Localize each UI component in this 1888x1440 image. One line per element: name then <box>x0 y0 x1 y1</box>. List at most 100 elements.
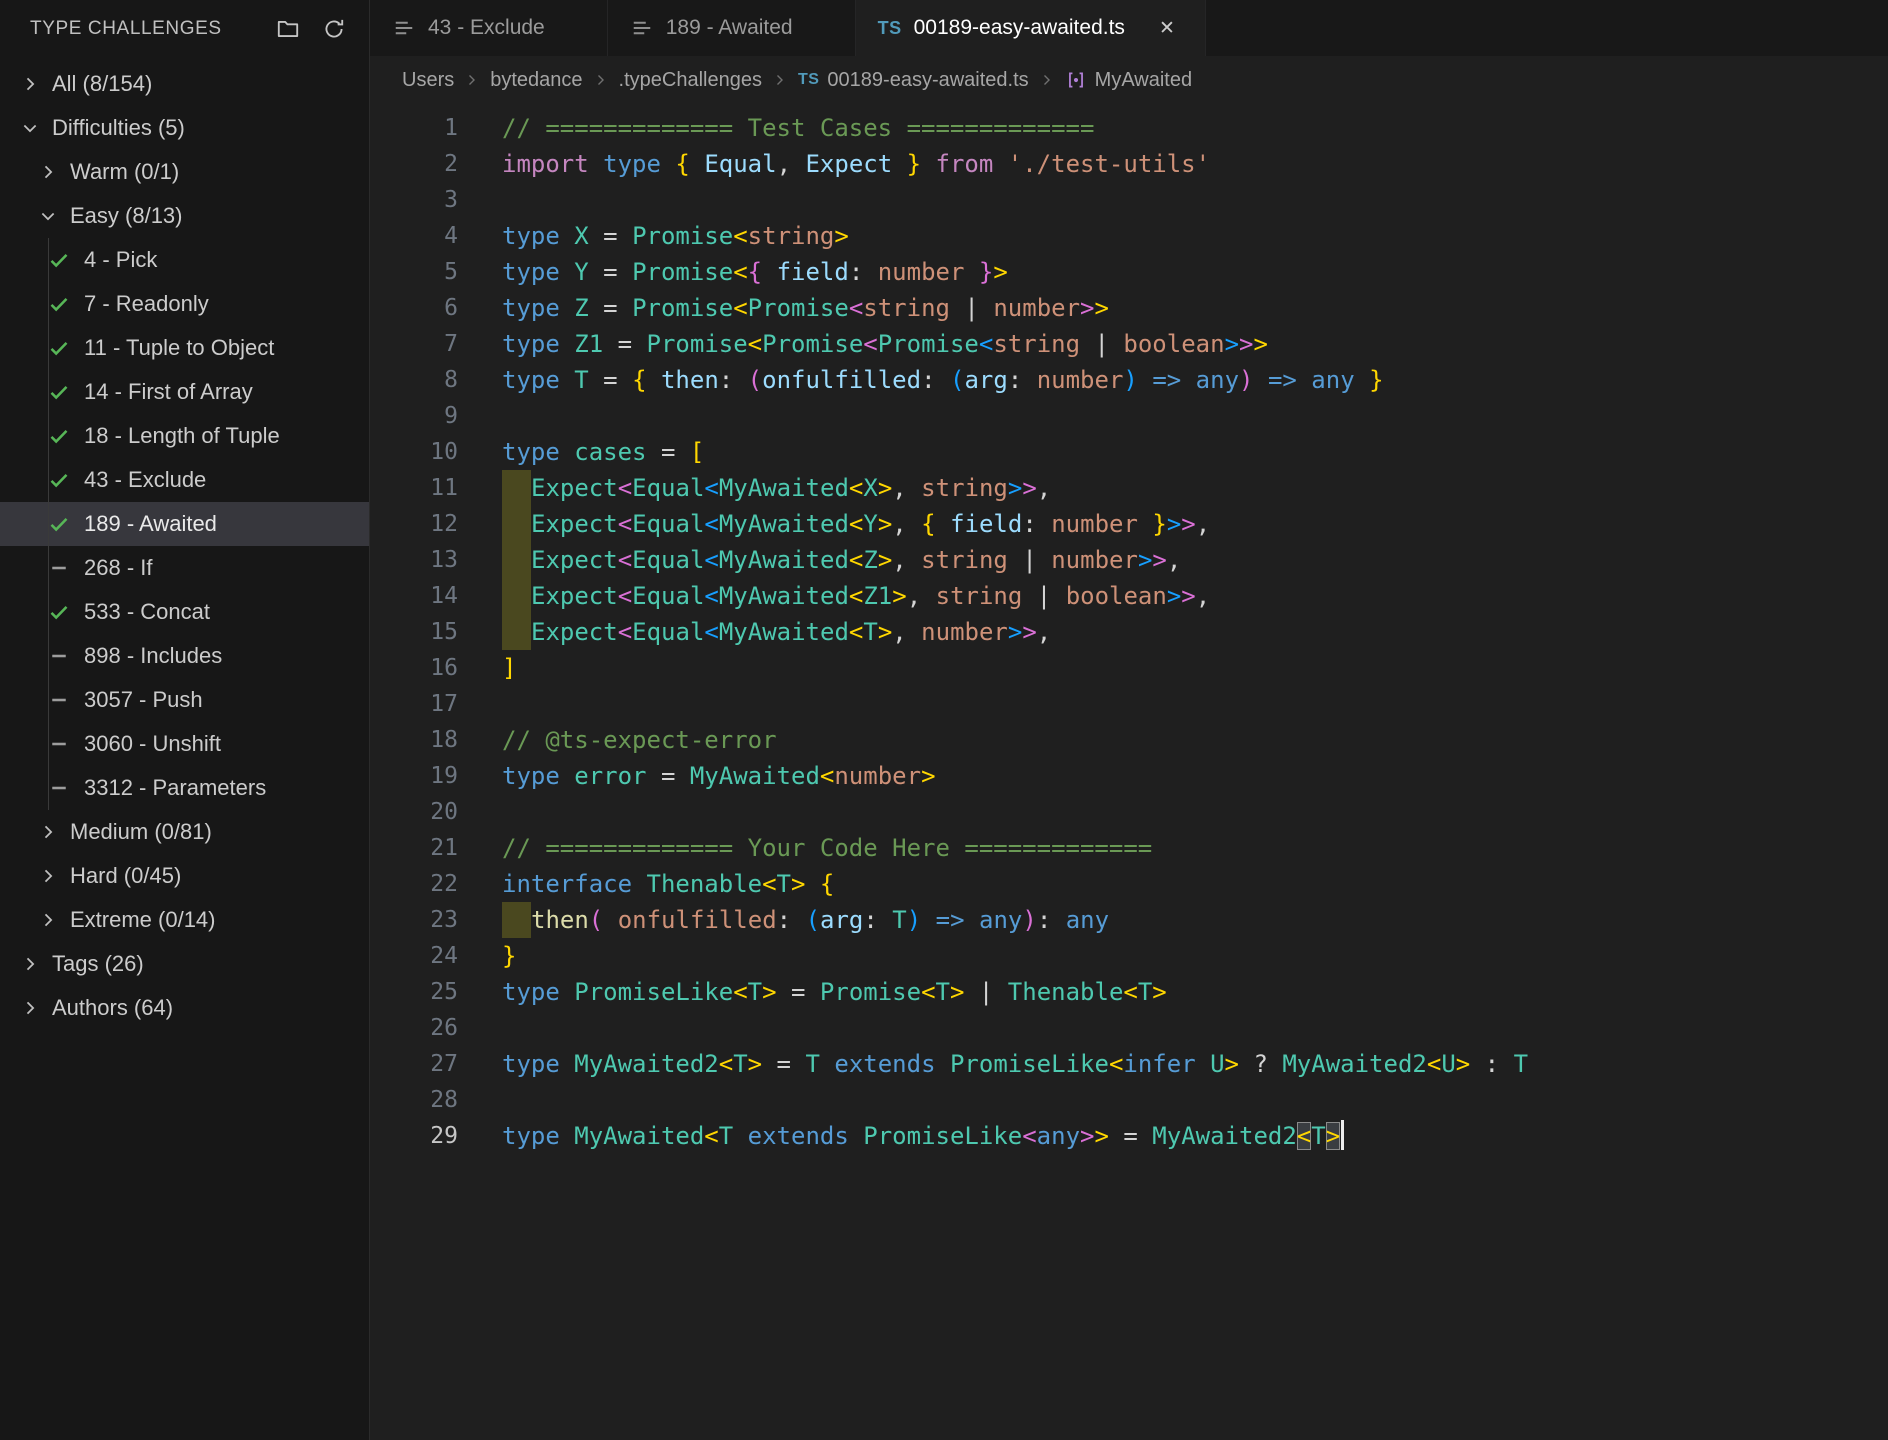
tree-item-hard-0-45[interactable]: Hard (0/45) <box>0 854 369 898</box>
chevron-right-icon[interactable] <box>34 158 62 186</box>
code-line-25[interactable]: 25 type PromiseLike<T> = Promise<T> | The… <box>370 974 1888 1010</box>
line-number[interactable]: 23 <box>370 902 458 938</box>
chevron-right-icon[interactable] <box>16 950 44 978</box>
line-number[interactable]: 1 <box>370 110 458 146</box>
tree-item-18-length-of-tuple[interactable]: 18 - Length of Tuple <box>0 414 369 458</box>
line-number[interactable]: 25 <box>370 974 458 1010</box>
tab-00189-easy-awaited-ts[interactable]: TS 00189-easy-awaited.ts ✕ <box>855 0 1206 56</box>
line-number[interactable]: 8 <box>370 362 458 398</box>
tree-item-easy-8-13[interactable]: Easy (8/13) <box>0 194 369 238</box>
line-number[interactable]: 13 <box>370 542 458 578</box>
tree-item-3057-push[interactable]: 3057 - Push <box>0 678 369 722</box>
chevron-down-icon[interactable] <box>34 202 62 230</box>
tree-item-3060-unshift[interactable]: 3060 - Unshift <box>0 722 369 766</box>
code-line-17[interactable]: 17 <box>370 686 1888 722</box>
code-line-6[interactable]: 6 type Z = Promise<Promise<string | numbe… <box>370 290 1888 326</box>
chevron-down-icon[interactable] <box>16 114 44 142</box>
breadcrumb-item-bytedance[interactable]: bytedance <box>490 69 582 92</box>
code-line-23[interactable]: 23 then( onfulfilled: (arg: T) => any): … <box>370 902 1888 938</box>
line-number[interactable]: 3 <box>370 182 458 218</box>
tree-item-4-pick[interactable]: 4 - Pick <box>0 238 369 282</box>
code-line-24[interactable]: 24} <box>370 938 1888 974</box>
code-line-8[interactable]: 8 type T = { then: (onfulfilled: (arg: nu… <box>370 362 1888 398</box>
tree-item-warm-0-1[interactable]: Warm (0/1) <box>0 150 369 194</box>
tree-item-all-8-154[interactable]: All (8/154) <box>0 62 369 106</box>
line-number[interactable]: 19 <box>370 758 458 794</box>
tab-43-exclude[interactable]: 43 - Exclude <box>370 0 608 56</box>
line-number[interactable]: 24 <box>370 938 458 974</box>
tree-item-difficulties-5[interactable]: Difficulties (5) <box>0 106 369 150</box>
code-line-13[interactable]: 13 Expect<Equal<MyAwaited<Z>, string | n… <box>370 542 1888 578</box>
folder-icon[interactable] <box>273 14 303 44</box>
line-number[interactable]: 2 <box>370 146 458 182</box>
code-line-27[interactable]: 27 type MyAwaited2<T> = T extends Promise… <box>370 1046 1888 1082</box>
code-line-10[interactable]: 10 type cases = [ <box>370 434 1888 470</box>
code-line-7[interactable]: 7 type Z1 = Promise<Promise<Promise<strin… <box>370 326 1888 362</box>
line-number[interactable]: 15 <box>370 614 458 650</box>
code-line-28[interactable]: 28 <box>370 1082 1888 1118</box>
line-number[interactable]: 20 <box>370 794 458 830</box>
line-number[interactable]: 27 <box>370 1046 458 1082</box>
tab-189-awaited[interactable]: 189 - Awaited <box>607 0 856 56</box>
breadcrumb-item-myawaited[interactable]: MyAwaited <box>1065 69 1192 92</box>
close-icon[interactable]: ✕ <box>1153 14 1181 42</box>
code-line-22[interactable]: 22 interface Thenable<T> { <box>370 866 1888 902</box>
chevron-right-icon[interactable] <box>34 818 62 846</box>
tree-item-898-includes[interactable]: 898 - Includes <box>0 634 369 678</box>
line-number[interactable]: 9 <box>370 398 458 434</box>
line-number[interactable]: 18 <box>370 722 458 758</box>
refresh-icon[interactable] <box>319 14 349 44</box>
line-number[interactable]: 16 <box>370 650 458 686</box>
code-line-2[interactable]: 2 import type { Equal, Expect } from './t… <box>370 146 1888 182</box>
line-number[interactable]: 26 <box>370 1010 458 1046</box>
tree-item-authors-64[interactable]: Authors (64) <box>0 986 369 1030</box>
code-line-15[interactable]: 15 Expect<Equal<MyAwaited<T>, number>>, <box>370 614 1888 650</box>
tree-item-tags-26[interactable]: Tags (26) <box>0 942 369 986</box>
code-line-18[interactable]: 18 // @ts-expect-error <box>370 722 1888 758</box>
code-line-16[interactable]: 16] <box>370 650 1888 686</box>
line-number[interactable]: 28 <box>370 1082 458 1118</box>
tree-item-14-first-of-array[interactable]: 14 - First of Array <box>0 370 369 414</box>
line-number[interactable]: 6 <box>370 290 458 326</box>
code-line-20[interactable]: 20 <box>370 794 1888 830</box>
line-number[interactable]: 29 <box>370 1118 458 1154</box>
code-line-1[interactable]: 1 // ============= Test Cases ===========… <box>370 110 1888 146</box>
tree-item-11-tuple-to-object[interactable]: 11 - Tuple to Object <box>0 326 369 370</box>
tree-item-3312-parameters[interactable]: 3312 - Parameters <box>0 766 369 810</box>
code-line-3[interactable]: 3 <box>370 182 1888 218</box>
line-number[interactable]: 4 <box>370 218 458 254</box>
line-number[interactable]: 17 <box>370 686 458 722</box>
tree-item-43-exclude[interactable]: 43 - Exclude <box>0 458 369 502</box>
line-number[interactable]: 12 <box>370 506 458 542</box>
tree-item-189-awaited[interactable]: 189 - Awaited <box>0 502 369 546</box>
chevron-right-icon[interactable] <box>16 70 44 98</box>
code-line-12[interactable]: 12 Expect<Equal<MyAwaited<Y>, { field: n… <box>370 506 1888 542</box>
tree-item-7-readonly[interactable]: 7 - Readonly <box>0 282 369 326</box>
code-line-21[interactable]: 21 // ============= Your Code Here ======… <box>370 830 1888 866</box>
line-number[interactable]: 11 <box>370 470 458 506</box>
code-line-14[interactable]: 14 Expect<Equal<MyAwaited<Z1>, string | … <box>370 578 1888 614</box>
code-line-19[interactable]: 19 type error = MyAwaited<number> <box>370 758 1888 794</box>
tree-item-268-if[interactable]: 268 - If <box>0 546 369 590</box>
code-line-29[interactable]: 29 type MyAwaited<T extends PromiseLike<a… <box>370 1118 1888 1154</box>
breadcrumb-item-users[interactable]: Users <box>402 69 454 92</box>
code-line-4[interactable]: 4 type X = Promise<string> <box>370 218 1888 254</box>
line-number[interactable]: 10 <box>370 434 458 470</box>
tree-item-533-concat[interactable]: 533 - Concat <box>0 590 369 634</box>
tree-item-medium-0-81[interactable]: Medium (0/81) <box>0 810 369 854</box>
code-line-26[interactable]: 26 <box>370 1010 1888 1046</box>
chevron-right-icon[interactable] <box>34 906 62 934</box>
tree-item-extreme-0-14[interactable]: Extreme (0/14) <box>0 898 369 942</box>
line-number[interactable]: 7 <box>370 326 458 362</box>
line-number[interactable]: 22 <box>370 866 458 902</box>
code-line-5[interactable]: 5 type Y = Promise<{ field: number }> <box>370 254 1888 290</box>
line-number[interactable]: 5 <box>370 254 458 290</box>
editor[interactable]: 1 // ============= Test Cases ===========… <box>370 104 1888 1440</box>
line-number[interactable]: 21 <box>370 830 458 866</box>
line-number[interactable]: 14 <box>370 578 458 614</box>
breadcrumb-item-typechallenges[interactable]: .typeChallenges <box>619 69 762 92</box>
breadcrumb-item-00189-easy-awaited-ts[interactable]: TS 00189-easy-awaited.ts <box>798 69 1029 92</box>
code-line-9[interactable]: 9 <box>370 398 1888 434</box>
chevron-right-icon[interactable] <box>16 994 44 1022</box>
code-line-11[interactable]: 11 Expect<Equal<MyAwaited<X>, string>>, <box>370 470 1888 506</box>
